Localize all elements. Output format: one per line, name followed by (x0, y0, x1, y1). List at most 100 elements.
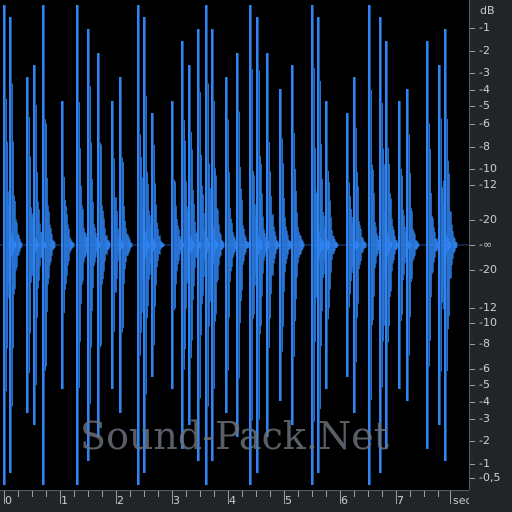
db-tick-mark (470, 369, 475, 370)
time-tick-mark (424, 491, 425, 497)
db-tick-mark (470, 344, 475, 345)
db-tick-mark (470, 464, 475, 465)
db-center-label: -∞ (479, 238, 493, 251)
db-tick-label: -2 (479, 44, 490, 57)
db-tick-mark (470, 106, 475, 107)
time-tick-mark (88, 491, 89, 497)
time-tick-mark (326, 491, 327, 497)
waveform-transient (9, 17, 23, 473)
db-tick-mark (470, 28, 475, 29)
time-tick-mark (438, 491, 439, 497)
time-tick-mark (32, 491, 33, 497)
waveform-transient (151, 113, 165, 377)
time-tick-mark (18, 491, 19, 497)
waveform-transient (42, 5, 56, 485)
db-tick-label: -5 (479, 99, 490, 112)
db-tick-mark (470, 73, 475, 74)
db-tick-label: -10 (479, 162, 497, 175)
time-tick-mark (200, 491, 201, 497)
time-tick-label: 0 (5, 494, 12, 507)
db-tick-mark (470, 147, 475, 148)
db-tick-label: -0,5 (479, 471, 501, 484)
db-tick-label: -5 (479, 378, 490, 391)
db-tick-mark (470, 441, 475, 442)
db-tick-label: -4 (479, 395, 490, 408)
time-tick-label: 4 (229, 494, 236, 507)
db-tick-mark (470, 169, 475, 170)
waveform-editor[interactable]: Sound-Pack.Net dB -1 -2 -3 -4 -5 -6 -8 -10 -12 -2… (0, 0, 512, 512)
time-tick-mark (102, 491, 103, 497)
db-tick-mark (470, 220, 475, 221)
waveform-transient (406, 89, 420, 401)
time-tick-label: 3 (173, 494, 180, 507)
db-tick-mark (470, 402, 475, 403)
db-tick-mark (470, 419, 475, 420)
time-tick-mark (186, 491, 187, 497)
waveform-display[interactable] (0, 0, 469, 490)
db-tick-mark (470, 385, 475, 386)
time-tick-mark (270, 491, 271, 497)
db-tick-label: -3 (479, 66, 490, 79)
db-tick-label: -12 (479, 301, 497, 314)
waveform-transient (291, 65, 305, 425)
db-tick-label: -6 (479, 117, 490, 130)
waveform-transient (325, 101, 339, 389)
time-tick-label: 2 (117, 494, 124, 507)
time-ruler[interactable]: sec 01234567 (0, 490, 512, 512)
db-tick-mark (470, 124, 475, 125)
time-tick-label: 1 (61, 494, 68, 507)
db-tick-label: -6 (479, 362, 490, 375)
db-tick-mark (470, 308, 475, 309)
waveform-transient (444, 29, 458, 461)
waveform-transient (61, 101, 75, 389)
time-tick-label: 6 (341, 494, 348, 507)
db-tick-label: -20 (479, 263, 497, 276)
waveform-transient (119, 77, 133, 413)
time-tick-mark (242, 491, 243, 497)
db-tick-mark (470, 51, 475, 52)
ruler-corner (469, 490, 512, 512)
db-tick-mark (470, 185, 475, 186)
time-tick-label: 5 (285, 494, 292, 507)
db-tick-label: -3 (479, 412, 490, 425)
time-tick-mark (144, 491, 145, 497)
db-unit-label: dB (480, 4, 495, 17)
time-tick-mark (130, 491, 131, 497)
waveform-transient (236, 53, 250, 437)
time-tick-mark (158, 491, 159, 497)
db-tick-label: -12 (479, 178, 497, 191)
db-tick-mark (470, 323, 475, 324)
db-tick-label: -8 (479, 337, 490, 350)
time-tick-mark (256, 491, 257, 497)
waveform-transient (279, 89, 293, 401)
db-tick-mark (470, 90, 475, 91)
db-tick-mark (470, 270, 475, 271)
db-tick-label: -1 (479, 457, 490, 470)
db-tick-label: -1 (479, 21, 490, 34)
time-tick-label: 7 (397, 494, 404, 507)
time-tick-mark (354, 491, 355, 497)
waveform-transient (426, 41, 440, 449)
db-ruler: dB -1 -2 -3 -4 -5 -6 -8 -10 -12 -20 -∞ -20 -12 -10 -8 -… (469, 0, 512, 490)
db-tick-label: -20 (479, 213, 497, 226)
time-tick-mark (298, 491, 299, 497)
waveform-transient (353, 77, 367, 413)
time-tick-mark (74, 491, 75, 497)
waveform-transient (211, 29, 225, 461)
db-tick-label: -8 (479, 140, 490, 153)
time-tick-mark (382, 491, 383, 497)
time-tick-mark (46, 491, 47, 497)
waveform-transient (385, 41, 399, 449)
time-tick-mark (450, 491, 451, 504)
db-tick-mark (470, 245, 475, 246)
db-tick-mark (470, 478, 475, 479)
time-tick-mark (312, 491, 313, 497)
waveform-transient (97, 53, 111, 437)
db-tick-label: -4 (479, 83, 490, 96)
time-tick-mark (410, 491, 411, 497)
waveform-transient (266, 53, 280, 437)
time-tick-mark (368, 491, 369, 497)
time-tick-mark (214, 491, 215, 497)
db-tick-label: -2 (479, 434, 490, 447)
db-tick-label: -10 (479, 316, 497, 329)
